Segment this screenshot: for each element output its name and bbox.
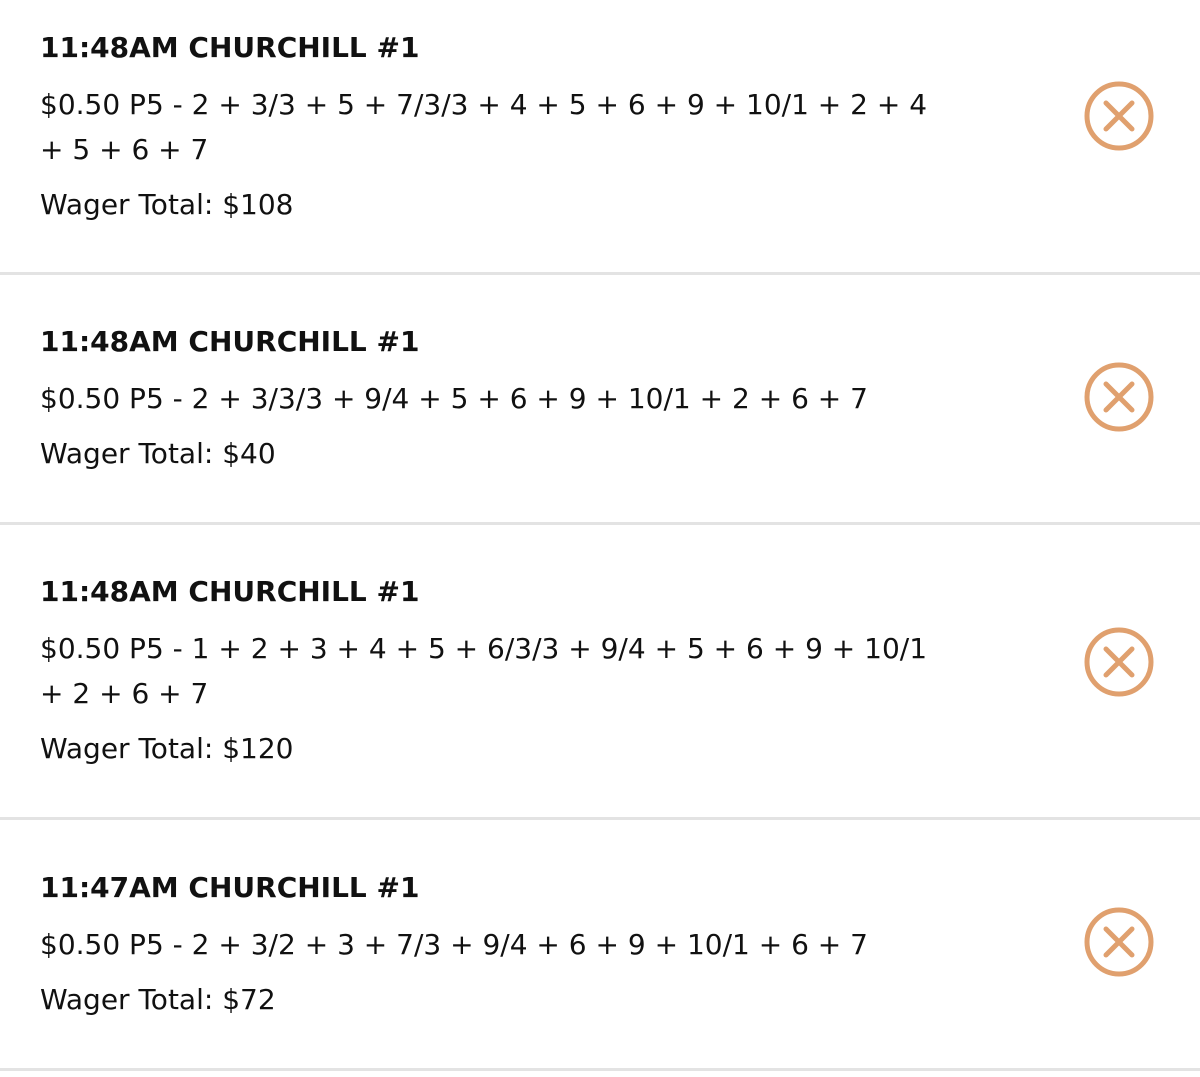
- wager-detail: $0.50 P5 - 1 + 2 + 3 + 4 + 5 + 6/3/3 + 9…: [40, 632, 928, 710]
- wager-total: Wager Total: $108: [40, 188, 294, 221]
- circle-x-icon: [1084, 627, 1154, 697]
- wager-total: Wager Total: $72: [40, 983, 276, 1016]
- circle-x-icon: [1084, 907, 1154, 977]
- circle-x-icon: [1084, 362, 1154, 432]
- wager-detail: $0.50 P5 - 2 + 3/3/3 + 9/4 + 5 + 6 + 9 +…: [40, 382, 868, 415]
- wager-row: 11:47AM CHURCHILL #1 $0.50 P5 - 2 + 3/2 …: [0, 820, 1200, 1071]
- wager-list: 11:48AM CHURCHILL #1 $0.50 P5 - 2 + 3/3 …: [0, 0, 1200, 1071]
- wager-title: 11:47AM CHURCHILL #1: [40, 871, 420, 904]
- wager-title: 11:48AM CHURCHILL #1: [40, 31, 420, 64]
- wager-total: Wager Total: $120: [40, 732, 294, 765]
- wager-row: 11:48AM CHURCHILL #1 $0.50 P5 - 2 + 3/3 …: [0, 0, 1200, 275]
- wager-title: 11:48AM CHURCHILL #1: [40, 325, 420, 358]
- wager-detail: $0.50 P5 - 2 + 3/2 + 3 + 7/3 + 9/4 + 6 +…: [40, 928, 868, 961]
- cancel-wager-button[interactable]: [1084, 362, 1154, 432]
- wager-detail: $0.50 P5 - 2 + 3/3 + 5 + 7/3/3 + 4 + 5 +…: [40, 88, 928, 166]
- wager-title: 11:48AM CHURCHILL #1: [40, 575, 420, 608]
- wager-total: Wager Total: $40: [40, 437, 276, 470]
- cancel-wager-button[interactable]: [1084, 81, 1154, 151]
- wager-row: 11:48AM CHURCHILL #1 $0.50 P5 - 2 + 3/3/…: [0, 275, 1200, 525]
- circle-x-icon: [1084, 81, 1154, 151]
- cancel-wager-button[interactable]: [1084, 907, 1154, 977]
- cancel-wager-button[interactable]: [1084, 627, 1154, 697]
- wager-row: 11:48AM CHURCHILL #1 $0.50 P5 - 1 + 2 + …: [0, 525, 1200, 820]
